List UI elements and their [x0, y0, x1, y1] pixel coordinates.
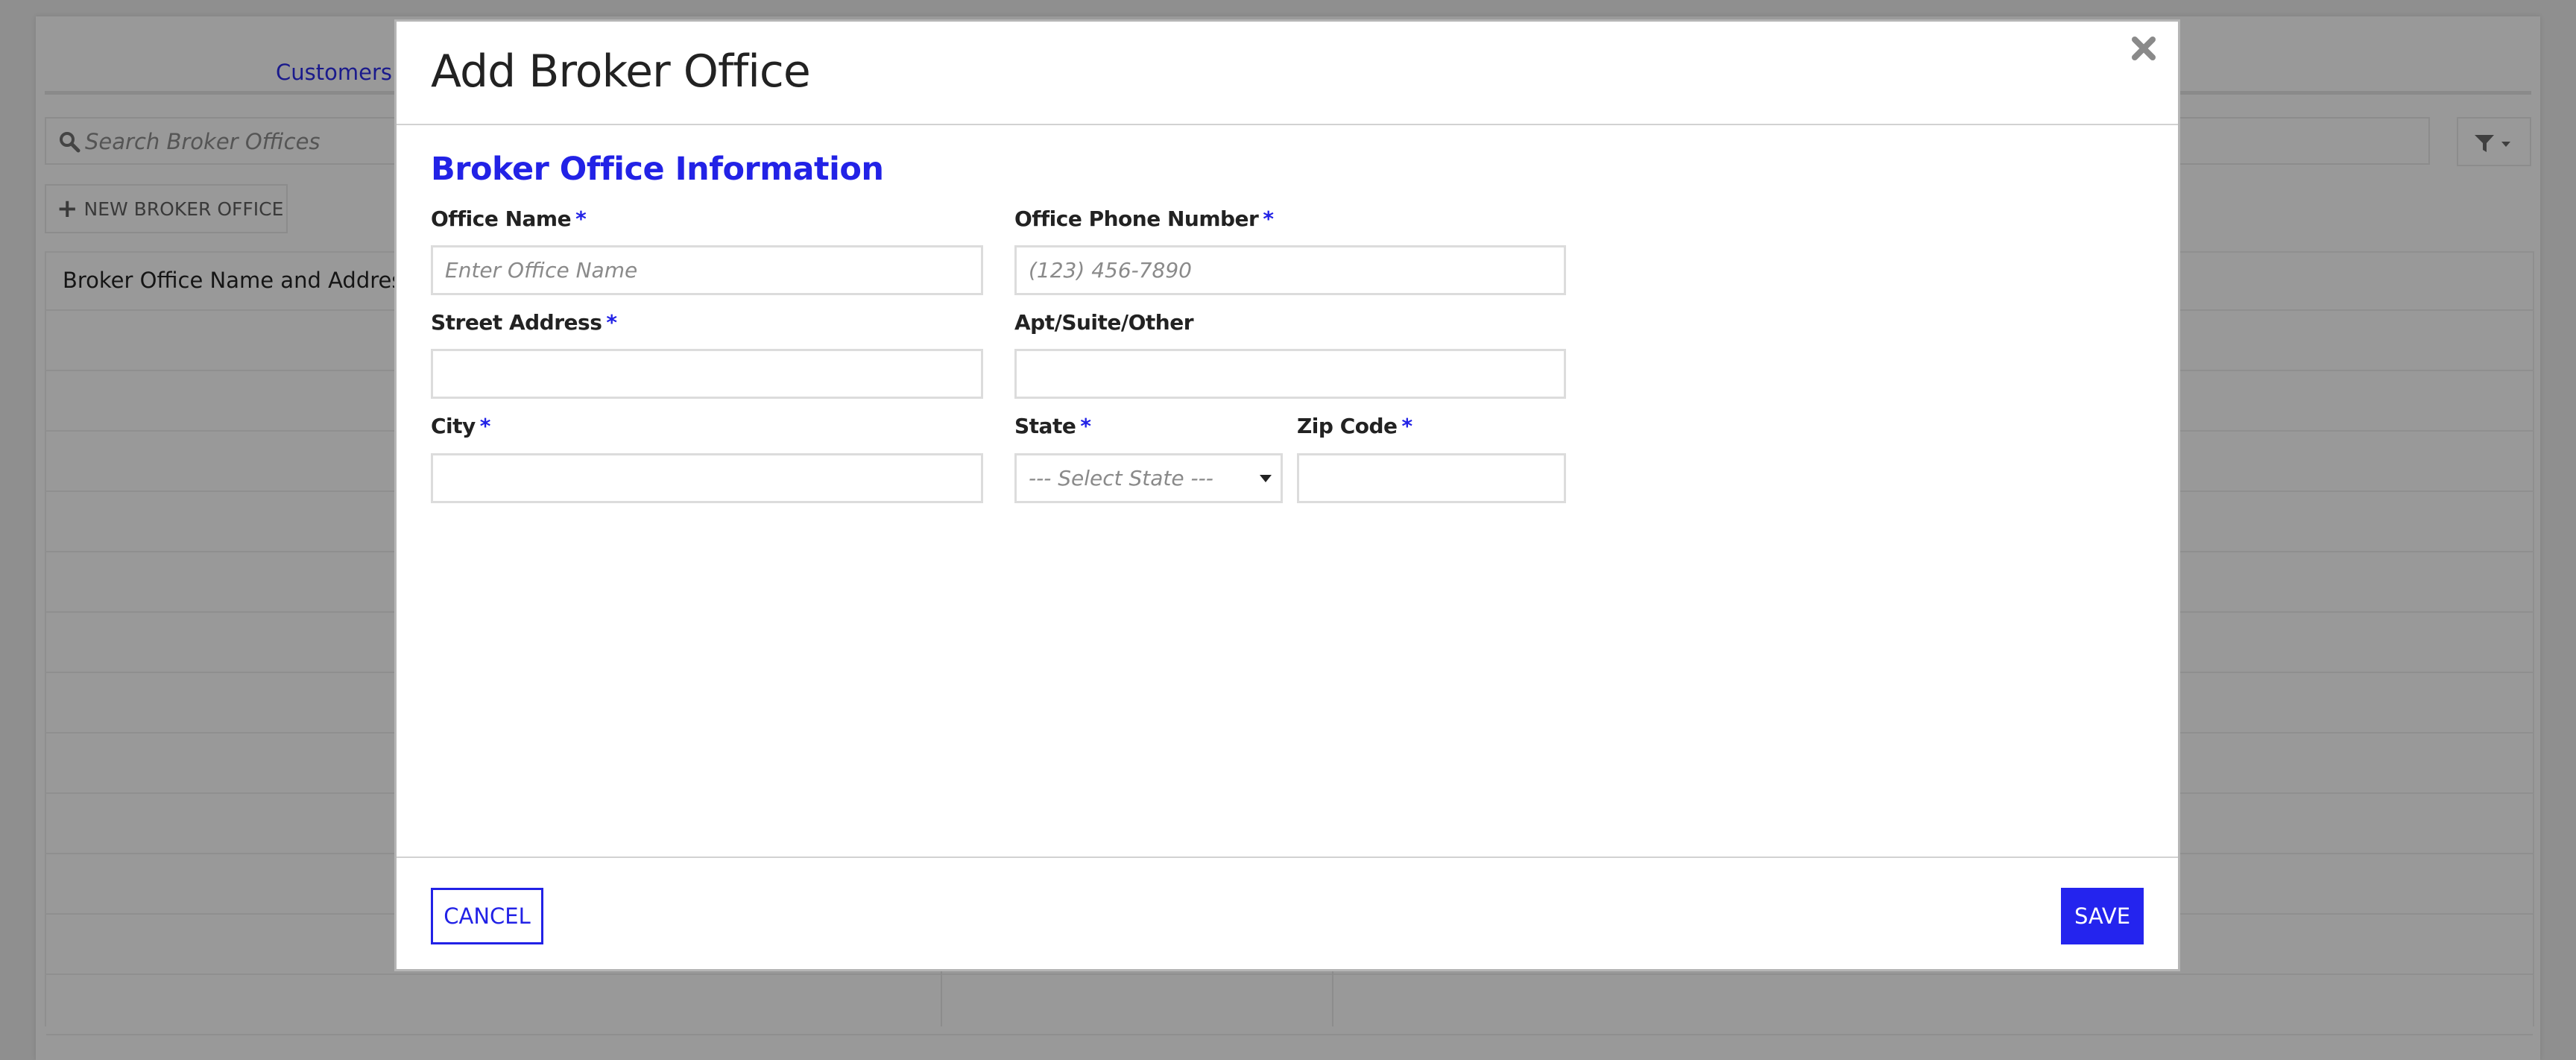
office-phone-label-text: Office Phone Number — [1014, 206, 1259, 231]
column-header-name-address[interactable]: Broker Office Name and Address — [63, 268, 414, 293]
modal-title: Add Broker Office — [431, 45, 811, 98]
section-title: Broker Office Information — [431, 151, 884, 188]
modal-header: Add Broker Office — [397, 22, 2178, 125]
plus-icon: + — [57, 194, 78, 224]
required-marker: * — [479, 414, 491, 438]
office-phone-input[interactable] — [1014, 245, 1566, 295]
new-broker-office-label: NEW BROKER OFFICE — [83, 198, 284, 220]
zip-code-label-text: Zip Code — [1297, 414, 1398, 438]
state-label-text: State — [1014, 414, 1076, 438]
caret-down-icon — [1260, 475, 1272, 482]
apt-suite-label: Apt/Suite/Other — [1014, 310, 1194, 335]
state-select[interactable]: --- Select State --- — [1014, 453, 1283, 503]
close-icon — [2132, 37, 2156, 60]
tab-customers[interactable]: Customers — [276, 60, 392, 85]
apt-suite-input[interactable] — [1014, 349, 1566, 399]
city-input[interactable] — [431, 453, 983, 503]
street-address-label-text: Street Address — [431, 310, 602, 335]
required-marker: * — [575, 206, 587, 231]
required-marker: * — [1263, 206, 1274, 231]
office-phone-label: Office Phone Number * — [1014, 206, 1274, 231]
caret-down-icon — [2501, 142, 2510, 147]
close-button[interactable] — [2127, 32, 2160, 65]
table-row[interactable] — [46, 975, 2533, 1035]
filter-button[interactable] — [2457, 117, 2531, 166]
city-label-text: City — [431, 414, 476, 438]
street-address-input[interactable] — [431, 349, 983, 399]
office-name-label: Office Name * — [431, 206, 587, 231]
search-placeholder: Search Broker Offices — [85, 129, 321, 154]
save-button[interactable]: SAVE — [2061, 888, 2144, 944]
street-address-label: Street Address * — [431, 310, 617, 335]
state-select-value: --- Select State --- — [1029, 466, 1213, 490]
office-name-input[interactable] — [431, 245, 983, 295]
required-marker: * — [1080, 414, 1091, 438]
city-label: City * — [431, 414, 490, 438]
new-broker-office-button[interactable]: + NEW BROKER OFFICE — [45, 184, 288, 233]
modal-footer: CANCEL SAVE — [397, 856, 2178, 971]
state-label: State * — [1014, 414, 1091, 438]
office-name-label-text: Office Name — [431, 206, 572, 231]
apt-suite-label-text: Apt/Suite/Other — [1014, 310, 1194, 335]
search-icon — [60, 132, 80, 153]
required-marker: * — [1401, 414, 1413, 438]
required-marker: * — [606, 310, 617, 335]
add-broker-office-modal: Add Broker Office Broker Office Informat… — [394, 19, 2180, 971]
zip-code-label: Zip Code * — [1297, 414, 1412, 438]
cancel-button[interactable]: CANCEL — [431, 888, 543, 944]
zip-code-input[interactable] — [1297, 453, 1566, 503]
filter-icon — [2475, 135, 2510, 152]
